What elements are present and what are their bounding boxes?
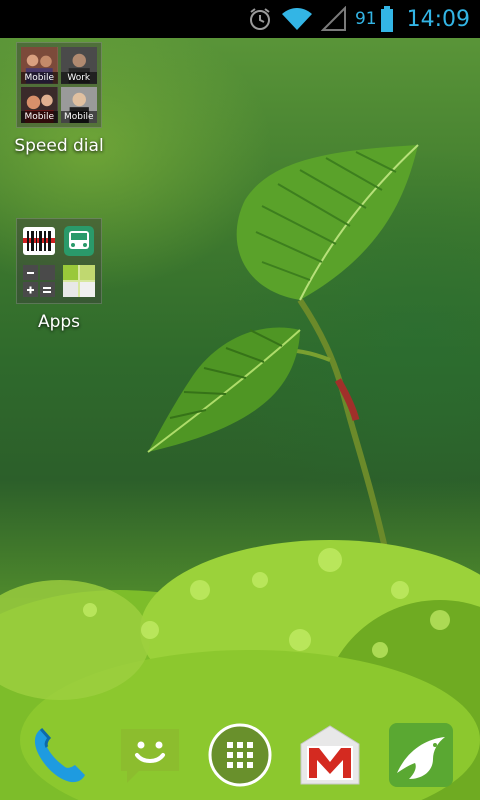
speed-dial-contact[interactable]: Mobile (60, 86, 97, 123)
apps-folder[interactable]: Apps (4, 218, 114, 332)
folder-label: Apps (37, 312, 81, 332)
gmail-icon[interactable] (295, 720, 365, 790)
barcode-scanner-icon[interactable] (21, 223, 58, 260)
wifi-icon (281, 8, 312, 30)
speed-dial-folder-tile[interactable]: Mobile Work Mobile Mobile (16, 42, 102, 128)
contact-type-label: Mobile (21, 71, 58, 84)
contact-type-label: Work (60, 71, 97, 84)
apps-folder-tile[interactable] (16, 218, 102, 304)
speed-dial-contact[interactable]: Mobile (21, 86, 58, 123)
transit-bus-icon[interactable] (61, 223, 98, 260)
all-apps-icon[interactable] (205, 720, 275, 790)
puzzle-grid-icon[interactable] (61, 263, 98, 300)
alarm-icon (249, 8, 270, 30)
folder-label: Speed dial (14, 136, 104, 156)
signal-icon (320, 6, 346, 31)
battery-percent: 91 (354, 9, 377, 29)
contact-type-label: Mobile (21, 111, 58, 123)
clock: 14:09 (406, 6, 470, 32)
speed-dial-contact[interactable]: Work (60, 47, 97, 84)
messaging-icon[interactable] (115, 720, 185, 790)
contact-type-label: Mobile (60, 111, 97, 123)
calculator-icon[interactable] (21, 263, 58, 300)
speed-dial-folder[interactable]: Mobile Work Mobile Mobile Speed dial (4, 42, 114, 156)
dock (0, 710, 480, 800)
dolphin-browser-icon[interactable] (386, 720, 456, 790)
battery-icon (380, 6, 393, 32)
phone-icon[interactable] (24, 720, 94, 790)
speed-dial-contact[interactable]: Mobile (21, 47, 58, 84)
status-bar: 91 14:09 (0, 0, 480, 38)
